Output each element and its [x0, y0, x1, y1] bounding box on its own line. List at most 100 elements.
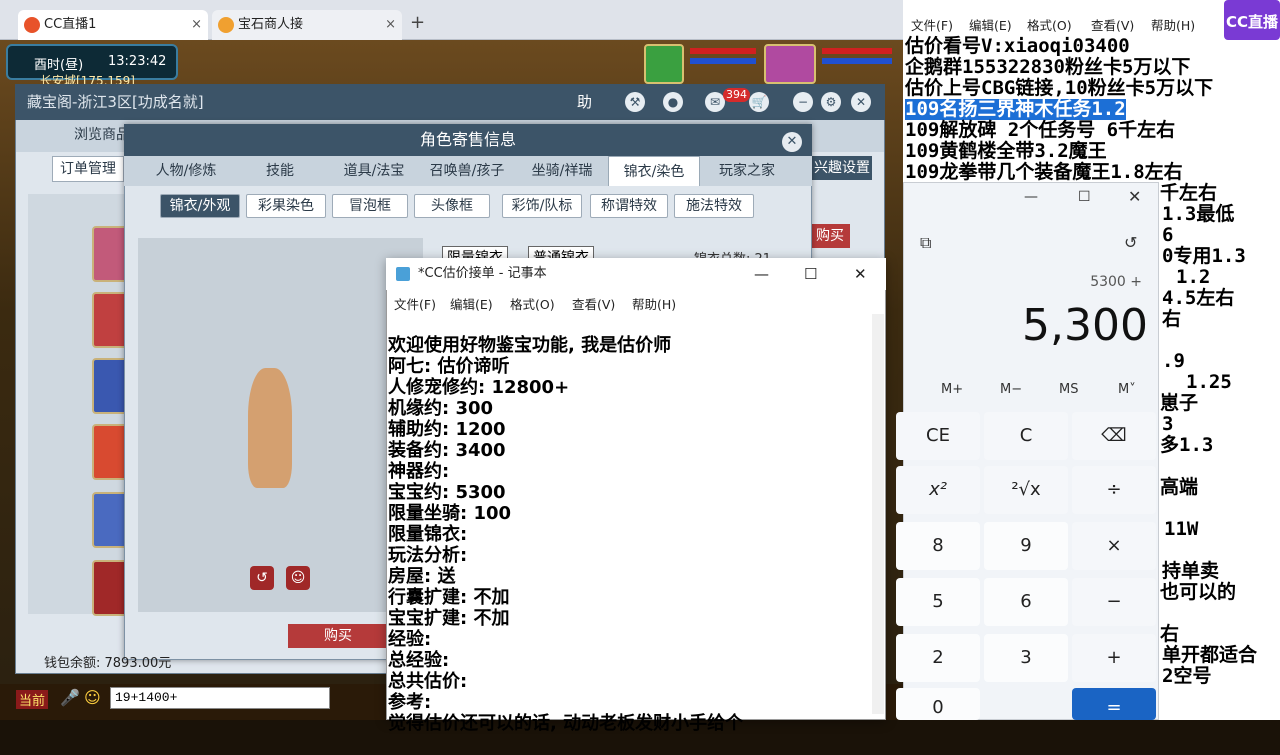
digit-2-button[interactable]: 2 [896, 634, 980, 682]
text-line: 总共估价: [388, 671, 468, 692]
microphone-icon[interactable]: 🎤 [60, 688, 80, 707]
tab-mounts[interactable]: 坐骑/祥瑞 [516, 156, 608, 186]
rotate-icon[interactable]: ↺ [250, 566, 274, 590]
menu-file[interactable]: 文件(F) [911, 15, 953, 34]
minimize-icon[interactable]: − [793, 92, 813, 112]
text-line: 右 [1162, 308, 1182, 330]
digit-6-button[interactable]: 6 [984, 578, 1068, 626]
memory-list-button[interactable]: M˅ [1118, 382, 1136, 397]
tab-interest-settings[interactable]: 兴趣设置 [812, 156, 872, 180]
notepad-icon [396, 267, 410, 281]
settings-icon[interactable]: ⚙ [821, 92, 841, 112]
menu-help[interactable]: 帮助(H) [632, 294, 676, 313]
player-portrait[interactable] [764, 44, 816, 84]
memory-subtract-button[interactable]: M− [1000, 382, 1022, 397]
close-icon[interactable]: × [385, 10, 396, 40]
close-icon[interactable]: ✕ [854, 258, 867, 290]
text-line: 右 [1160, 623, 1180, 645]
subtract-button[interactable]: − [1072, 578, 1156, 626]
new-tab-button[interactable]: + [410, 12, 425, 33]
tab-cc-live[interactable]: CC直播1 × [18, 10, 208, 40]
chat-channel[interactable]: 当前 [16, 690, 49, 709]
minimize-icon[interactable]: — [754, 258, 769, 290]
text-line: 装备约: 3400 [388, 440, 506, 461]
role-dialog-title: 角色寄售信息 [124, 124, 812, 156]
memory-store-button[interactable]: MS [1059, 382, 1078, 397]
menu-format[interactable]: 格式(O) [510, 294, 555, 313]
memory-add-button[interactable]: M+ [941, 382, 963, 397]
menu-help[interactable]: 帮助(H) [1151, 15, 1195, 34]
text-line: 阿七: 估价谛听 [388, 356, 510, 377]
mp-bar [690, 58, 756, 64]
tab-label: CC直播1 [44, 17, 97, 32]
menu-view[interactable]: 查看(V) [572, 294, 615, 313]
clear-entry-button[interactable]: CE [896, 412, 980, 460]
subtab-bubble[interactable]: 冒泡框 [332, 194, 408, 218]
text-line: 0专用1.3 [1162, 245, 1246, 267]
equals-button[interactable]: = [1072, 688, 1156, 720]
maximize-icon[interactable]: ☐ [1078, 189, 1091, 205]
subtab-decoration[interactable]: 彩饰/队标 [502, 194, 582, 218]
backspace-button[interactable]: ⌫ [1072, 412, 1156, 460]
pet-portrait[interactable] [644, 44, 684, 84]
tab-character[interactable]: 人物/修炼 [136, 156, 236, 186]
subtab-title-effect[interactable]: 称谓特效 [590, 194, 668, 218]
keep-on-top-icon[interactable]: ⧉ [920, 233, 931, 253]
menu-format[interactable]: 格式(O) [1027, 15, 1072, 34]
text-line: 高端 [1160, 476, 1199, 498]
text-line: 欢迎使用好物鉴宝功能, 我是估价师 [388, 335, 672, 356]
digit-0-button[interactable]: 0 [896, 688, 980, 720]
tab-gem-merchant[interactable]: 宝石商人接 × [212, 10, 402, 40]
menu-edit[interactable]: 编辑(E) [450, 294, 493, 313]
divide-button[interactable]: ÷ [1072, 466, 1156, 514]
digit-5-button[interactable]: 5 [896, 578, 980, 626]
subtab-dye[interactable]: 彩果染色 [246, 194, 326, 218]
record-icon[interactable]: ● [663, 92, 683, 112]
history-icon[interactable]: ↺ [1124, 233, 1137, 252]
message-icon[interactable]: ✉ [705, 92, 725, 112]
menu-edit[interactable]: 编辑(E) [969, 15, 1012, 34]
digit-3-button[interactable]: 3 [984, 634, 1068, 682]
tab-skills[interactable]: 技能 [236, 156, 324, 186]
cart-icon[interactable]: 🛒 [749, 92, 769, 112]
menu-file[interactable]: 文件(F) [394, 294, 436, 313]
text-line: 估价上号CBG链接,10粉丝卡5万以下 [905, 77, 1214, 99]
text-line: 人修宠修约: 12800+ [388, 377, 570, 398]
close-icon[interactable]: ✕ [782, 132, 802, 152]
tab-player-home[interactable]: 玩家之家 [704, 156, 790, 186]
subtab-avatar-frame[interactable]: 头像框 [414, 194, 490, 218]
pose-icon[interactable]: ☺ [286, 566, 310, 590]
multiply-button[interactable]: × [1072, 522, 1156, 570]
menu-view[interactable]: 查看(V) [1091, 15, 1134, 34]
text-line: 多1.3 [1160, 434, 1214, 456]
subtab-outfit-appearance[interactable]: 锦衣/外观 [160, 194, 240, 218]
text-line: 109龙拳带几个装备魔王1.8左右 [905, 161, 1183, 183]
add-button[interactable]: + [1072, 634, 1156, 682]
text-line: 总经验: [388, 650, 450, 671]
close-icon[interactable]: ✕ [851, 92, 871, 112]
chat-input[interactable]: 19+1400+ [110, 687, 330, 709]
clear-button[interactable]: C [984, 412, 1068, 460]
help-button[interactable]: 助 [577, 84, 592, 120]
minimize-icon[interactable]: — [1024, 189, 1038, 205]
buy-button[interactable]: 购买 [288, 624, 388, 648]
square-root-button[interactable]: ²√x [984, 466, 1068, 514]
nav-orders[interactable]: 订单管理 [52, 156, 124, 182]
notepad-text-area[interactable]: 欢迎使用好物鉴宝功能, 我是估价师 阿七: 估价谛听 人修宠修约: 12800+ 机缘… [388, 314, 868, 755]
tab-summons[interactable]: 召唤兽/孩子 [424, 156, 510, 186]
nav-browse[interactable]: 浏览商品 [74, 124, 130, 144]
close-icon[interactable]: ✕ [1128, 187, 1141, 206]
buy-button-top[interactable]: 购买 [810, 224, 850, 248]
emoji-icon[interactable]: ☺ [84, 688, 101, 707]
tab-items[interactable]: 道具/法宝 [324, 156, 424, 186]
square-button[interactable]: x² [896, 466, 980, 514]
digit-8-button[interactable]: 8 [896, 522, 980, 570]
close-icon[interactable]: × [191, 10, 202, 40]
digit-9-button[interactable]: 9 [984, 522, 1068, 570]
notepad-title-bar: *CC估价接单 - 记事本 — ☐ ✕ [386, 258, 886, 290]
subtab-cast-effect[interactable]: 施法特效 [674, 194, 754, 218]
tab-outfits[interactable]: 锦衣/染色 [608, 156, 700, 186]
hammer-icon[interactable]: ⚒ [625, 92, 645, 112]
maximize-icon[interactable]: ☐ [804, 258, 817, 290]
notepad-scrollbar[interactable] [872, 314, 884, 714]
